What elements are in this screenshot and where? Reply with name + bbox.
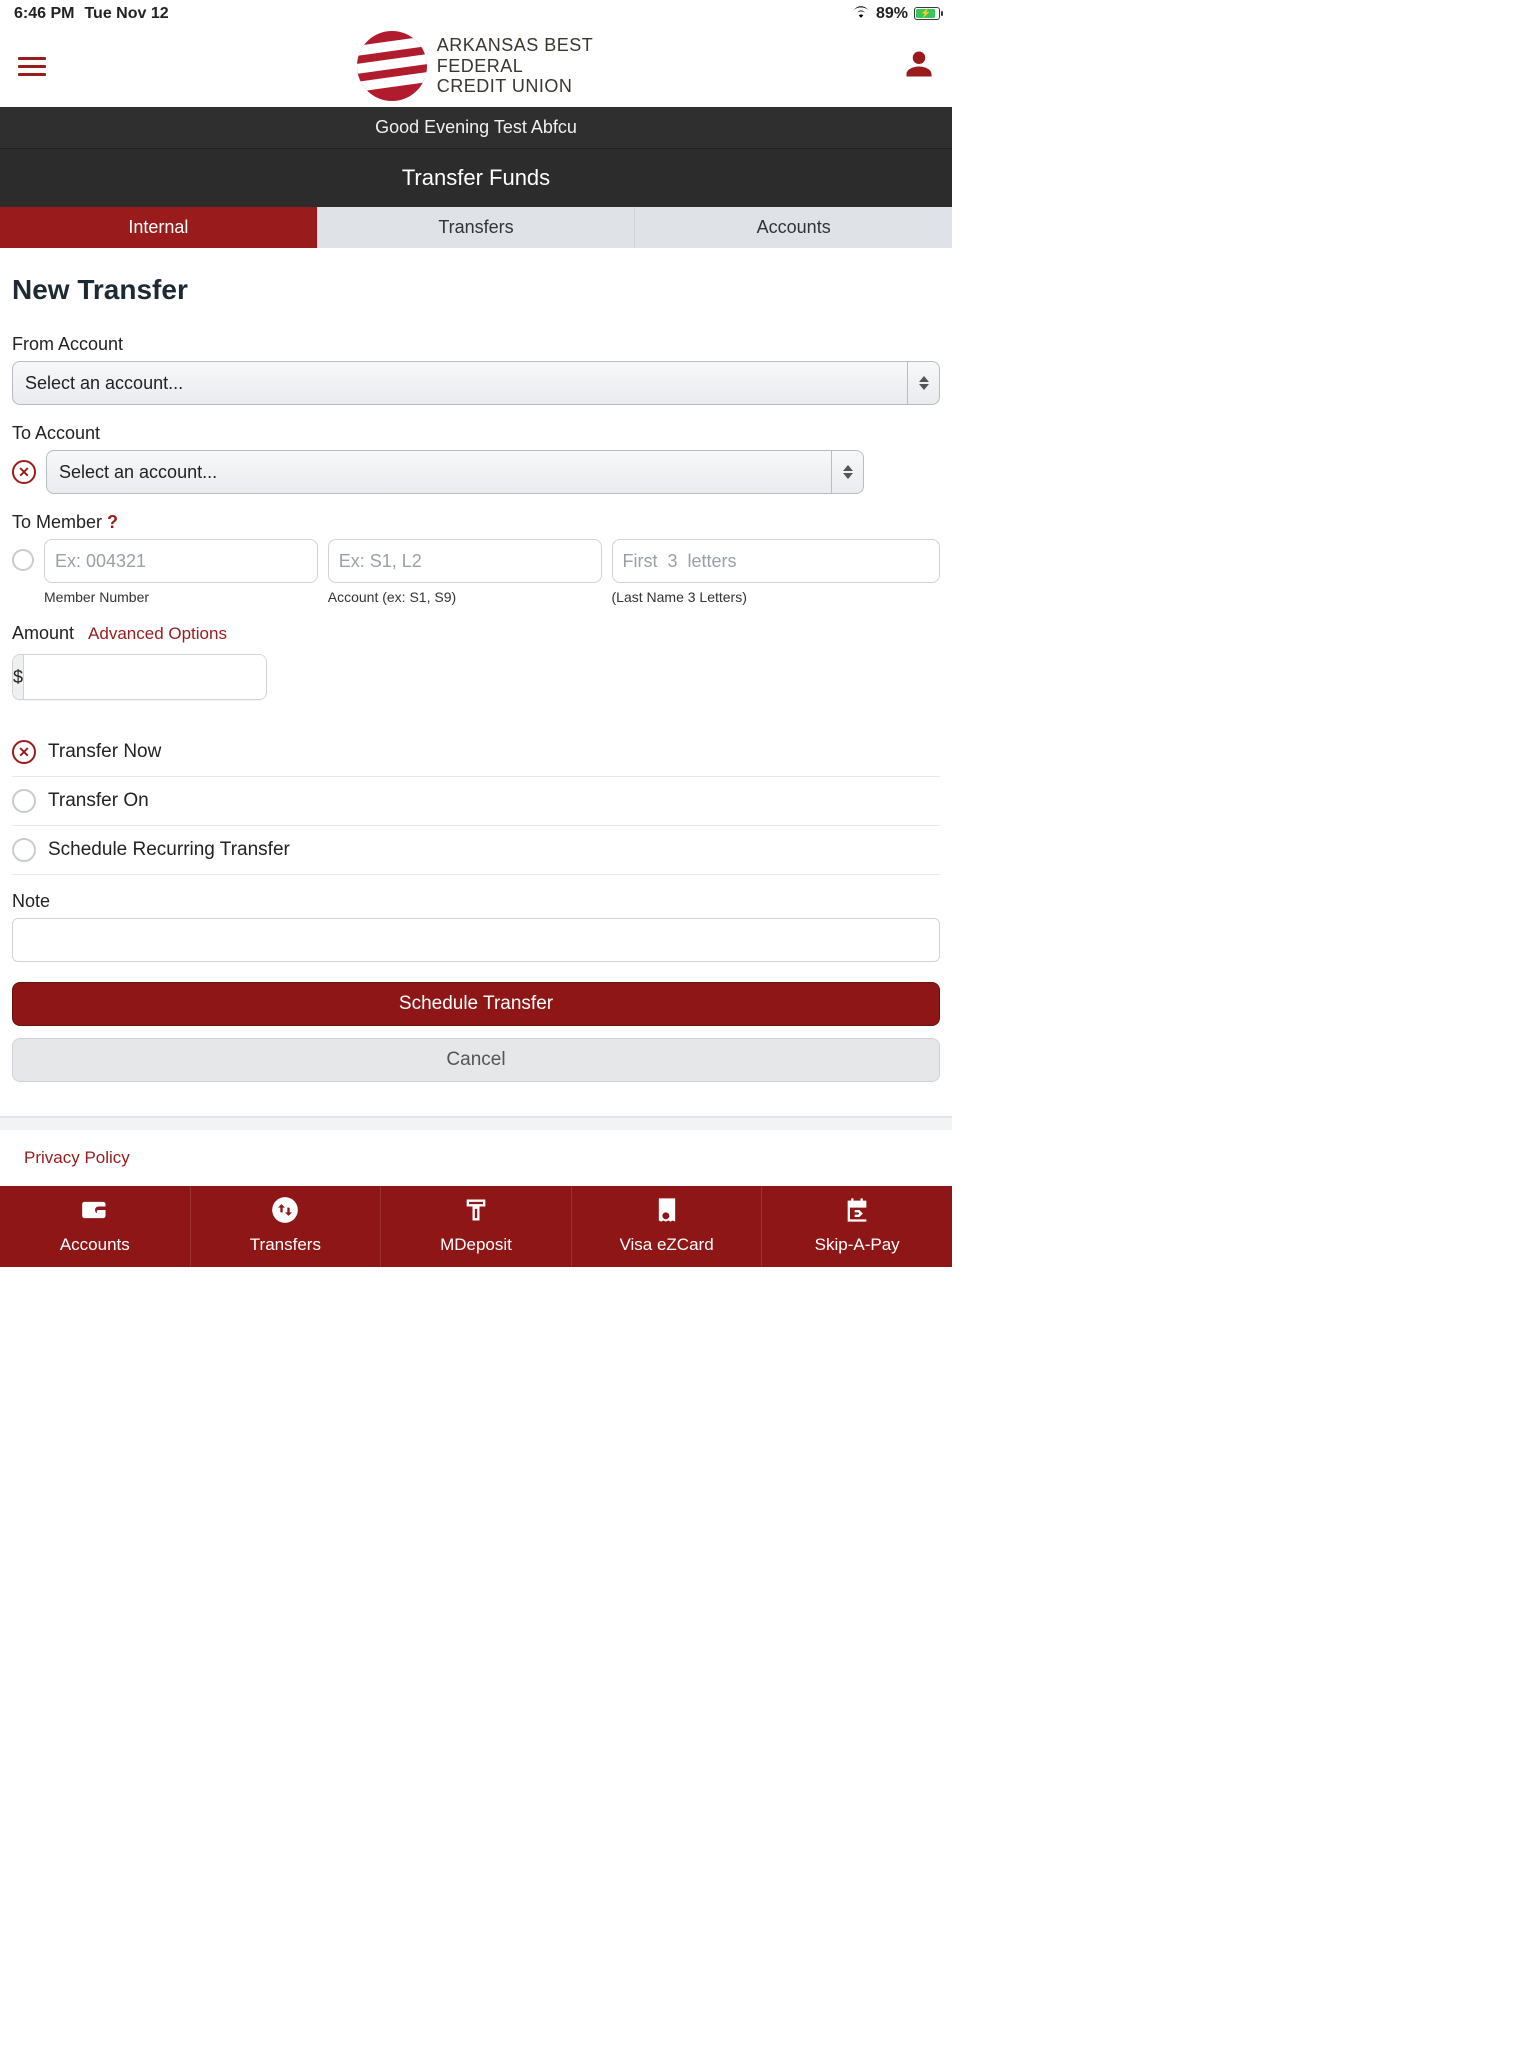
- profile-button[interactable]: [904, 49, 934, 84]
- option-transfer-now-label: Transfer Now: [48, 741, 161, 763]
- radio-selectedদs-icon: ✕: [12, 740, 36, 764]
- app-header: ARKANSAS BEST FEDERAL CREDIT UNION: [0, 25, 952, 107]
- member-lastname-sub: (Last Name 3 Letters): [612, 589, 941, 605]
- brand-line1: ARKANSAS BEST: [437, 35, 594, 56]
- battery-percent: 89%: [876, 5, 908, 23]
- nav-skip-label: Skip-A-Pay: [815, 1235, 900, 1255]
- nav-accounts[interactable]: Accounts: [0, 1186, 191, 1267]
- nav-visa-label: Visa eZCard: [619, 1235, 713, 1255]
- option-transfer-now[interactable]: ✕ Transfer Now: [12, 728, 940, 777]
- to-member-label-text: To Member: [12, 512, 102, 532]
- from-account-placeholder: Select an account...: [13, 373, 907, 394]
- nav-mdeposit-label: MDeposit: [440, 1235, 512, 1255]
- chevron-updown-icon: [831, 451, 863, 493]
- transfer-icon: [270, 1196, 300, 1229]
- member-lastname-input[interactable]: [612, 539, 941, 583]
- tab-transfers-label: Transfers: [438, 217, 513, 237]
- schedule-transfer-label: Schedule Transfer: [399, 993, 553, 1015]
- option-recurring-label: Schedule Recurring Transfer: [48, 839, 290, 861]
- calendar-skip-icon: [842, 1196, 872, 1229]
- to-member-label: To Member ?: [12, 512, 940, 533]
- option-transfer-on-label: Transfer On: [48, 790, 149, 812]
- brand-line3: CREDIT UNION: [437, 76, 594, 97]
- nav-transfers[interactable]: Transfers: [191, 1186, 382, 1267]
- from-account-label: From Account: [12, 334, 940, 355]
- nav-visa[interactable]: Visa eZCard: [572, 1186, 763, 1267]
- status-time: 6:46 PM: [14, 5, 74, 23]
- wifi-icon: [852, 4, 870, 23]
- page-title: Transfer Funds: [0, 149, 952, 207]
- brand-line2: FEDERAL: [437, 56, 594, 77]
- nav-mdeposit[interactable]: MDeposit: [381, 1186, 572, 1267]
- divider: [0, 1116, 952, 1130]
- option-recurring[interactable]: Schedule Recurring Transfer: [12, 826, 940, 875]
- battery-icon: ⚡: [914, 7, 940, 20]
- atm-icon: [461, 1196, 491, 1229]
- cancel-button[interactable]: Cancel: [12, 1038, 940, 1082]
- radio-icon: [12, 838, 36, 862]
- nav-transfers-label: Transfers: [250, 1235, 321, 1255]
- logo-icon: [357, 31, 427, 101]
- to-account-placeholder: Select an account...: [47, 462, 831, 483]
- tab-transfers[interactable]: Transfers: [318, 207, 636, 248]
- note-label: Note: [12, 891, 940, 912]
- advanced-options-link[interactable]: Advanced Options: [88, 624, 227, 644]
- greeting: Good Evening Test Abfcu: [0, 107, 952, 149]
- to-account-radio-selected[interactable]: ✕: [12, 460, 36, 484]
- note-input[interactable]: [12, 918, 940, 962]
- help-icon[interactable]: ?: [107, 512, 118, 532]
- member-number-input[interactable]: [44, 539, 318, 583]
- cancel-label: Cancel: [446, 1049, 505, 1071]
- to-account-label: To Account: [12, 423, 940, 444]
- tabs: Internal Transfers Accounts: [0, 207, 952, 248]
- nav-skip-a-pay[interactable]: Skip-A-Pay: [762, 1186, 952, 1267]
- schedule-transfer-button[interactable]: Schedule Transfer: [12, 982, 940, 1026]
- tab-internal-label: Internal: [128, 217, 188, 237]
- to-account-select[interactable]: Select an account...: [46, 450, 864, 494]
- currency-symbol: $: [13, 655, 24, 699]
- amount-input-group: $: [12, 654, 267, 700]
- tab-internal[interactable]: Internal: [0, 207, 318, 248]
- chevron-updown-icon: [907, 362, 939, 404]
- bottom-nav: Accounts Transfers MDeposit Visa eZCard …: [0, 1186, 952, 1267]
- nav-accounts-label: Accounts: [60, 1235, 130, 1255]
- form-heading: New Transfer: [12, 274, 940, 306]
- tab-accounts-label: Accounts: [757, 217, 831, 237]
- member-number-sub: Member Number: [44, 589, 318, 605]
- radio-icon: [12, 789, 36, 813]
- privacy-policy-link[interactable]: Privacy Policy: [0, 1130, 952, 1186]
- content: New Transfer From Account Select an acco…: [0, 248, 952, 1096]
- status-bar: 6:46 PM Tue Nov 12 89% ⚡: [0, 0, 952, 25]
- amount-input[interactable]: [24, 655, 267, 699]
- receipt-icon: [652, 1196, 682, 1229]
- brand: ARKANSAS BEST FEDERAL CREDIT UNION: [357, 31, 594, 101]
- member-account-input[interactable]: [328, 539, 602, 583]
- tab-accounts[interactable]: Accounts: [635, 207, 952, 248]
- member-account-sub: Account (ex: S1, S9): [328, 589, 602, 605]
- privacy-policy-label: Privacy Policy: [24, 1148, 130, 1167]
- to-member-radio[interactable]: [12, 549, 34, 571]
- menu-button[interactable]: [18, 57, 46, 76]
- wallet-icon: [80, 1196, 110, 1229]
- status-date: Tue Nov 12: [84, 5, 168, 23]
- amount-label: Amount: [12, 623, 74, 644]
- from-account-select[interactable]: Select an account...: [12, 361, 940, 405]
- option-transfer-on[interactable]: Transfer On: [12, 777, 940, 826]
